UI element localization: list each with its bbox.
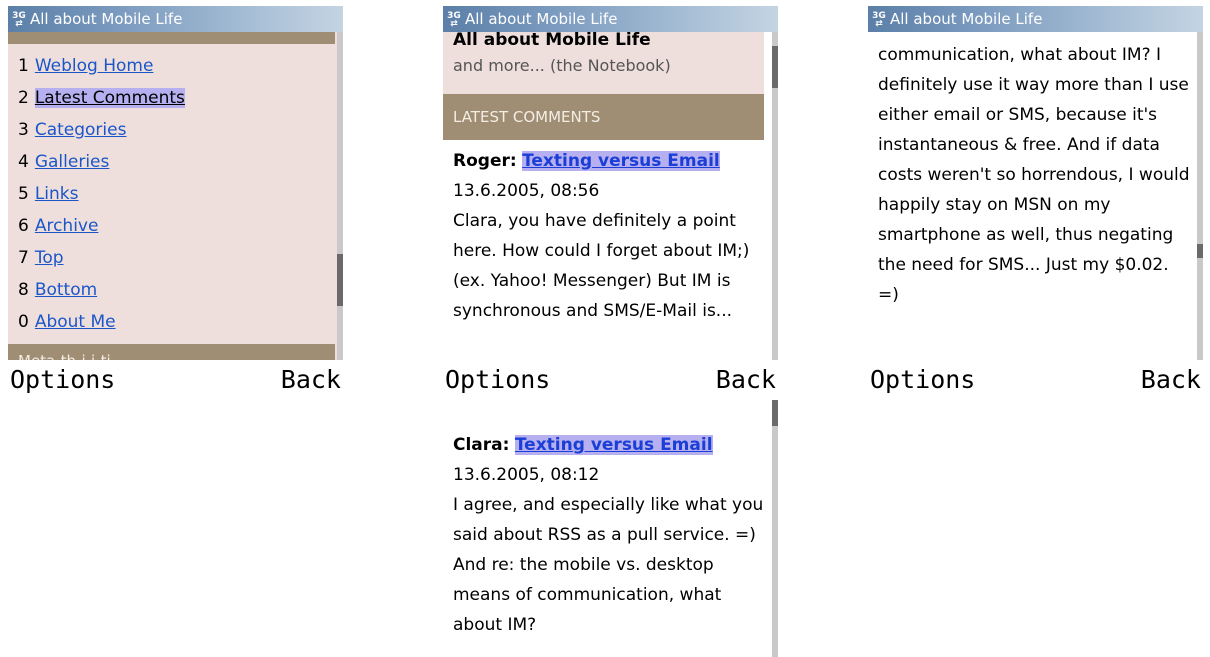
menu-item-about-me[interactable]: 0 About Me	[18, 310, 185, 342]
comment-author: Roger:	[453, 151, 517, 171]
phone-screen-menu: 3G ⇄ All about Mobile Life 1 Weblog Home 2L…	[8, 0, 343, 400]
navigation-menu: 1 Weblog Home 2 Latest Comments 3 Categorie…	[18, 54, 185, 342]
menu-link[interactable]: Links	[35, 184, 79, 204]
back-softkey[interactable]: Back	[281, 360, 341, 400]
comment-body: I agree, and especially like what you sa…	[453, 495, 764, 635]
scrollbar[interactable]	[1197, 32, 1203, 360]
softkey-bar: Options Back	[443, 360, 778, 400]
app-title: All about Mobile Life	[890, 10, 1043, 28]
comment-date: 13.6.2005, 08:56	[453, 181, 600, 201]
comment-body: Clara, you have definitely a point here.…	[453, 211, 750, 321]
menu-item-bottom[interactable]: 8 Bottom	[18, 278, 185, 310]
network-3g-icon: 3G ⇄	[12, 10, 26, 29]
comment-item: Clara: Texting versus Email 13.6.2005, 0…	[453, 430, 768, 640]
menu-item-categories[interactable]: 3 Categories	[18, 118, 185, 150]
section-heading: LATEST COMMENTS	[443, 94, 764, 140]
menu-item-galleries[interactable]: 4 Galleries	[18, 150, 185, 182]
comment-post-link[interactable]: Texting versus Email	[514, 435, 713, 455]
menu-link[interactable]: About Me	[35, 312, 116, 332]
phone-screen-comments: 3G ⇄ All about Mobile Life All about Mobil…	[443, 0, 778, 400]
network-3g-icon: 3G ⇄	[447, 10, 461, 29]
options-softkey[interactable]: Options	[10, 360, 115, 400]
title-bar: 3G ⇄ All about Mobile Life	[443, 6, 778, 32]
menu-link[interactable]: Archive	[35, 216, 99, 236]
scrollbar-thumb[interactable]	[1197, 244, 1203, 258]
comment-post-link[interactable]: Texting versus Email	[522, 151, 720, 171]
menu-link[interactable]: Bottom	[35, 280, 97, 300]
app-title: All about Mobile Life	[465, 10, 618, 28]
header-strip	[8, 32, 335, 44]
menu-link[interactable]: Galleries	[35, 152, 110, 172]
softkey-bar: Options Back	[868, 360, 1203, 400]
back-softkey[interactable]: Back	[716, 360, 776, 400]
menu-item-weblog-home[interactable]: 1 Weblog Home	[18, 54, 185, 86]
phone-screen-comment-detail: 3G ⇄ All about Mobile Life communication, …	[868, 0, 1203, 400]
menu-link[interactable]: Top	[35, 248, 64, 268]
menu-item-latest-comments[interactable]: 2 Latest Comments	[18, 86, 185, 118]
scrollbar-thumb[interactable]	[337, 254, 343, 306]
comment-detail-content: communication, what about IM? I definite…	[868, 32, 1203, 360]
menu-link[interactable]: Latest Comments	[34, 88, 185, 108]
title-bar: 3G ⇄ All about Mobile Life	[868, 6, 1203, 32]
scrollbar-thumb[interactable]	[772, 400, 778, 426]
scrollbar-thumb[interactable]	[772, 46, 778, 88]
comment-date: 13.6.2005, 08:12	[453, 465, 600, 485]
menu-link[interactable]: Weblog Home	[35, 56, 154, 76]
menu-item-links[interactable]: 5 Links	[18, 182, 185, 214]
network-3g-icon: 3G ⇄	[872, 10, 886, 29]
section-title-cutoff: Meta-th-i-i-ti-	[18, 352, 116, 360]
options-softkey[interactable]: Options	[445, 360, 550, 400]
app-title: All about Mobile Life	[30, 10, 183, 28]
comment-author: Clara:	[453, 435, 510, 455]
comment-body: communication, what about IM? I definite…	[878, 45, 1190, 305]
blog-subtitle: and more... (the Notebook)	[453, 56, 671, 75]
menu-link[interactable]: Categories	[35, 120, 127, 140]
scrollbar[interactable]	[337, 32, 343, 360]
menu-content: 1 Weblog Home 2 Latest Comments 3 Categorie…	[8, 32, 343, 360]
blog-title: All about Mobile Life	[453, 32, 651, 50]
comments-content: All about Mobile Life and more... (the N…	[443, 32, 778, 360]
back-softkey[interactable]: Back	[1141, 360, 1201, 400]
comments-continuation: Clara: Texting versus Email 13.6.2005, 0…	[443, 400, 778, 657]
scrollbar[interactable]	[772, 32, 778, 360]
options-softkey[interactable]: Options	[870, 360, 975, 400]
menu-item-top[interactable]: 7 Top	[18, 246, 185, 278]
comment-item: Roger: Texting versus Email 13.6.2005, 0…	[453, 146, 768, 326]
title-bar: 3G ⇄ All about Mobile Life	[8, 6, 343, 32]
scrollbar[interactable]	[772, 400, 778, 657]
blog-header: All about Mobile Life and more... (the N…	[443, 32, 764, 94]
menu-item-archive[interactable]: 6 Archive	[18, 214, 185, 246]
softkey-bar: Options Back	[8, 360, 343, 400]
